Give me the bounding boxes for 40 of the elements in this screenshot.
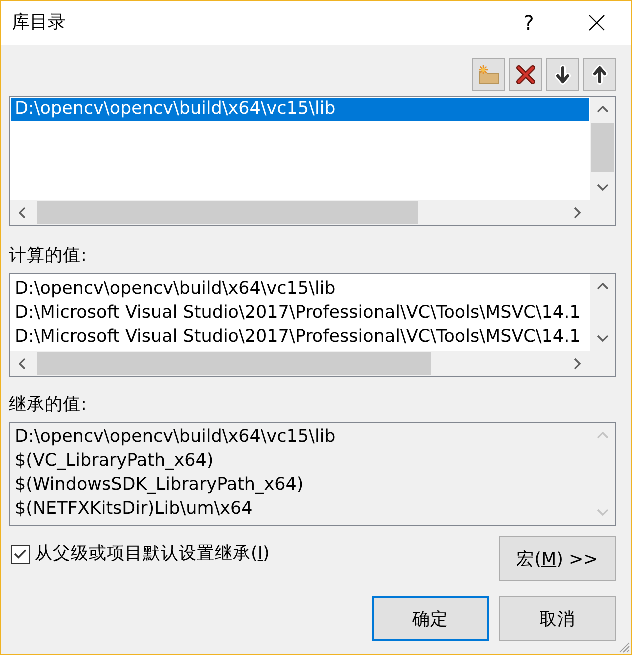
scrollbar-thumb[interactable]	[37, 201, 418, 224]
chevron-down-icon	[596, 335, 608, 342]
path-text: D:\opencv\opencv\build\x64\vc15\lib	[15, 426, 337, 449]
section-label: 继承的值:	[9, 394, 87, 417]
scrollbar-thumb[interactable]	[37, 352, 431, 375]
chevron-left-icon	[19, 206, 26, 218]
arrow-up-icon	[592, 64, 608, 84]
list-item[interactable]: D:\opencv\opencv\build\x64\vc15\lib	[11, 98, 589, 121]
chevron-left-icon	[19, 358, 26, 370]
chevron-right-icon	[574, 206, 581, 218]
arrow-down-icon	[554, 64, 570, 84]
path-text: $(WindowsSDK_LibraryPath_x64)	[15, 474, 305, 497]
path-text: $(VC_LibraryPath_x64)	[15, 450, 215, 473]
path-text: $(NETFXKitsDir)Lib\um\x64	[15, 498, 254, 521]
checkmark-icon	[14, 549, 27, 559]
delete-button[interactable]	[509, 58, 542, 91]
checkbox-label[interactable]: 从父级或项目默认设置继承(I)	[35, 542, 270, 566]
macros-button[interactable]: 宏(M) >>	[499, 536, 616, 581]
path-text: D:\Microsoft Visual Studio\2017\Professional\VC\Tools\MSVC\14.1	[15, 326, 582, 349]
chevron-up-icon	[596, 432, 608, 439]
close-icon	[589, 15, 605, 31]
scrollbar-thumb[interactable]	[591, 123, 614, 172]
help-button[interactable]: ?	[495, 1, 563, 45]
checkbox[interactable]	[11, 544, 30, 564]
move-down-button[interactable]	[546, 58, 579, 91]
path-text: D:\opencv\opencv\build\x64\vc15\lib	[15, 278, 337, 301]
window-title: 库目录	[12, 11, 67, 35]
chevron-up-icon	[596, 283, 608, 290]
chevron-down-icon	[596, 184, 608, 191]
chevron-right-icon	[574, 358, 581, 370]
path-text: D:\Microsoft Visual Studio\2017\Professional\VC\Tools\MSVC\14.1	[15, 302, 582, 325]
folder-icon	[478, 64, 500, 84]
cross-icon	[516, 64, 536, 84]
chevron-up-icon	[596, 106, 608, 113]
section-label: 计算的值:	[9, 245, 87, 268]
cancel-button[interactable]: 取消	[499, 596, 616, 641]
move-up-button[interactable]	[583, 58, 616, 91]
chevron-down-icon	[596, 509, 608, 516]
resize-grip-icon	[619, 642, 630, 653]
ok-button[interactable]: 确定	[372, 596, 489, 641]
